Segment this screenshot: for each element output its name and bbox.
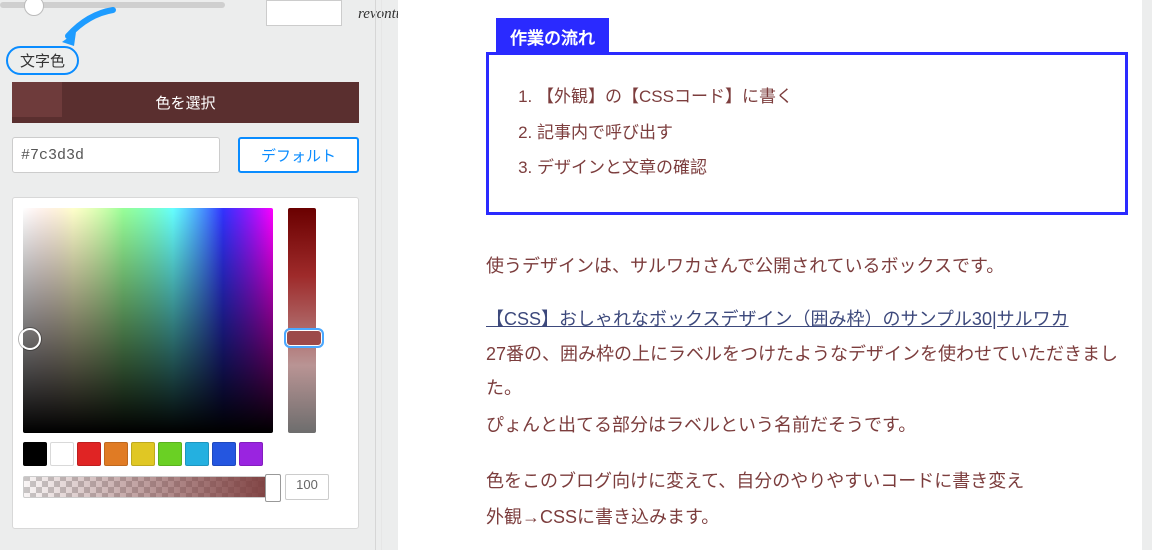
flow-step: デザインと文章の確認 xyxy=(537,150,1099,186)
hex-input[interactable] xyxy=(12,137,220,173)
paragraph: ぴょんと出てる部分はラベルという名前だそうです。 xyxy=(486,408,1128,442)
hue-handle[interactable] xyxy=(284,328,324,348)
swatch[interactable] xyxy=(23,442,47,466)
flow-step: 【外観】の【CSSコード】に書く xyxy=(537,79,1099,115)
opacity-slider-thumb[interactable] xyxy=(24,0,44,16)
value-box[interactable] xyxy=(266,0,342,26)
swatch[interactable] xyxy=(50,442,74,466)
swatch[interactable] xyxy=(212,442,236,466)
swatch[interactable] xyxy=(104,442,128,466)
alpha-slider[interactable] xyxy=(23,476,279,498)
vertical-divider xyxy=(375,0,376,550)
paragraph: 色をこのブログ向けに変えて、自分のやりやすいコードに書き変え xyxy=(486,464,1128,498)
paragraph: 外観→CSSに書き込みます。 xyxy=(486,500,1128,534)
alpha-handle[interactable] xyxy=(265,474,281,502)
arrow-annotation-icon xyxy=(58,6,118,46)
sv-cursor[interactable] xyxy=(19,328,41,350)
saturation-value-area[interactable] xyxy=(23,208,273,433)
current-color-preview xyxy=(12,82,62,117)
swatch[interactable] xyxy=(185,442,209,466)
paragraph: 使うデザインは、サルワカさんで公開されているボックスです。 xyxy=(486,249,1128,283)
swatch[interactable] xyxy=(239,442,263,466)
flow-box: 【外観】の【CSSコード】に書く記事内で呼び出すデザインと文章の確認 xyxy=(486,52,1128,215)
color-picker: 100 xyxy=(12,197,359,529)
alpha-value: 100 xyxy=(285,474,329,500)
flow-step: 記事内で呼び出す xyxy=(537,115,1099,151)
default-button[interactable]: デフォルト xyxy=(238,137,359,173)
external-link[interactable]: 【CSS】おしゃれなボックスデザイン（囲み枠）のサンプル30|サルワカ xyxy=(486,305,1069,331)
swatch-row xyxy=(23,442,263,466)
swatch[interactable] xyxy=(77,442,101,466)
paragraph: 27番の、囲み枠の上にラベルをつけたようなデザインを使わせていただきました。 xyxy=(486,337,1128,405)
flow-title: 作業の流れ xyxy=(496,18,609,55)
vertical-divider xyxy=(381,0,382,550)
swatch[interactable] xyxy=(131,442,155,466)
swatch[interactable] xyxy=(158,442,182,466)
hue-slider[interactable] xyxy=(288,208,316,433)
article-content: 作業の流れ 【外観】の【CSSコード】に書く記事内で呼び出すデザインと文章の確認… xyxy=(398,0,1142,550)
select-color-button[interactable]: 色を選択 xyxy=(12,82,359,123)
